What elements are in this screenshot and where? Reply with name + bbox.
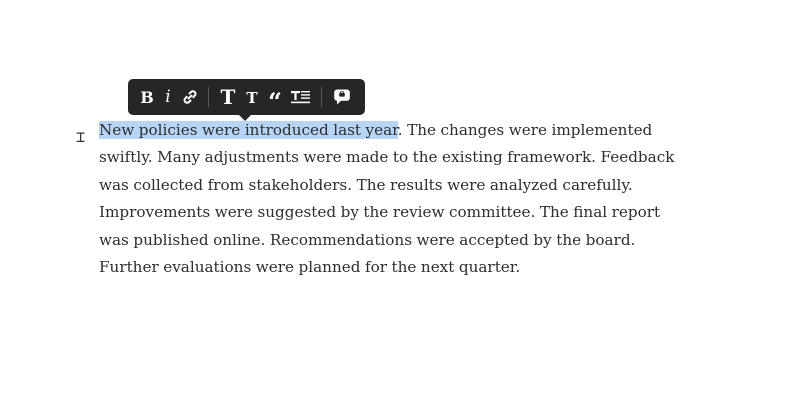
heading-large-icon: T [220, 85, 236, 109]
selected-text[interactable]: New policies were introduced last year [99, 121, 398, 139]
heading-large-button[interactable]: T [215, 79, 241, 115]
italic-button[interactable]: i [158, 79, 178, 115]
paragraph-line[interactable]: . The changes were implemented [398, 121, 653, 139]
link-icon [183, 90, 197, 104]
heading-small-icon: T [246, 89, 258, 107]
formatting-toolbar: B i T T “ [128, 79, 365, 121]
paragraph-line[interactable]: was published online. Recommendations we… [99, 231, 635, 249]
quote-button[interactable]: “ [263, 79, 287, 116]
italic-icon: i [165, 87, 171, 107]
paragraph-line[interactable]: Improvements were suggested by the revie… [99, 203, 660, 221]
paragraph-line[interactable]: was collected from stakeholders. The res… [99, 176, 633, 194]
paragraph-line[interactable]: Further evaluations were planned for the… [99, 258, 520, 276]
bold-icon: B [140, 87, 154, 107]
comment-icon [334, 89, 350, 105]
comment-button[interactable] [328, 79, 356, 115]
toolbar-separator [321, 87, 322, 107]
text-cursor-icon: ⌶ [76, 128, 86, 146]
quote-icon: “ [268, 86, 282, 116]
abstract-button[interactable] [287, 79, 315, 115]
toolbar-separator [208, 87, 209, 107]
abstract-icon [291, 91, 310, 104]
link-button[interactable] [178, 79, 202, 115]
paragraph-line[interactable]: swiftly. Many adjustments were made to t… [99, 148, 674, 166]
bold-button[interactable]: B [136, 79, 158, 115]
editor-paragraph[interactable]: New policies were introduced last year. … [99, 117, 699, 281]
heading-small-button[interactable]: T [241, 79, 263, 115]
